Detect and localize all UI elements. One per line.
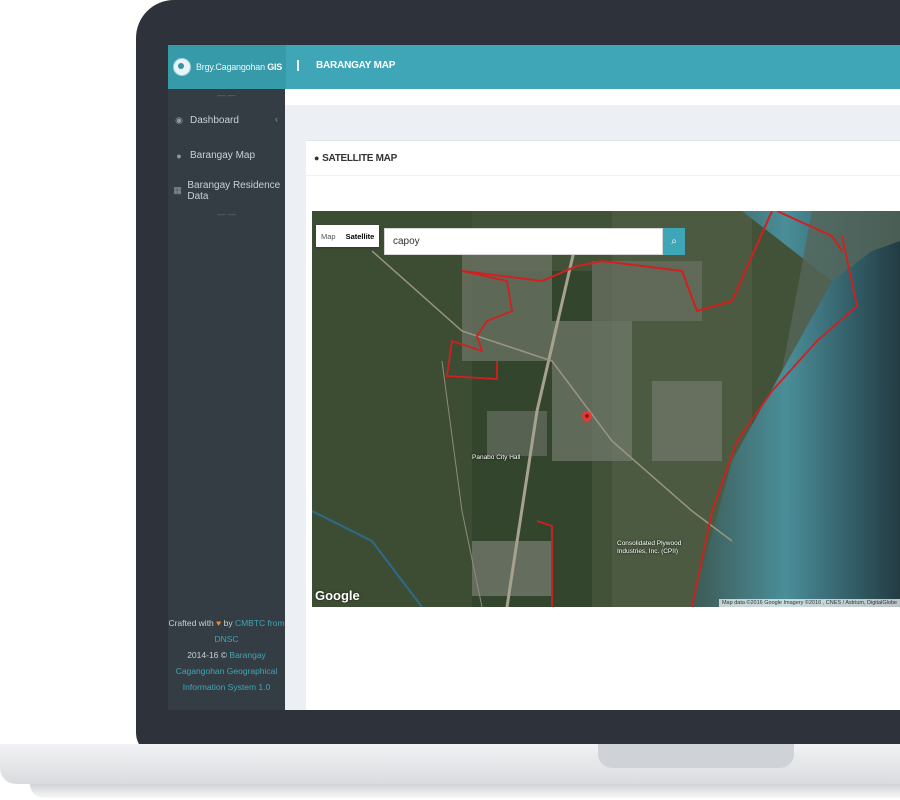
sidebar-footer: Crafted with ♥ by CMBTC from DNSC 2014-1… — [168, 615, 285, 695]
map-attribution: Map data ©2016 Google Imagery ©2016 , CN… — [718, 599, 900, 607]
box-title: SATELLITE MAP — [322, 152, 397, 164]
place-label-city-hall: Panabo City Hall — [472, 454, 521, 461]
google-logo: Google — [315, 588, 360, 603]
heart-icon: ♥ — [216, 618, 222, 628]
footer-text: Crafted with — [168, 618, 214, 628]
sidebar-toggle-button[interactable] — [297, 60, 299, 71]
brand[interactable]: Brgy.Cagangohan GIS — [168, 45, 286, 89]
footer-years: 2014-16 © — [187, 650, 228, 660]
map-search-input[interactable]: capoy — [384, 228, 663, 255]
sidebar-item-residence-data[interactable]: ▦ Barangay Residence Data — [168, 173, 285, 208]
chevron-left-icon: ‹ — [275, 114, 278, 124]
page-title: BARANGAY MAP — [316, 60, 396, 71]
box-header: ● SATELLITE MAP — [306, 141, 900, 176]
map-type-satellite-button[interactable]: Satellite — [341, 232, 380, 241]
logo-icon — [173, 58, 191, 76]
satellite-map[interactable]: Map Satellite capoy ⌕ Panabo City Hall C… — [312, 211, 900, 607]
sidebar-item-label: Dashboard — [190, 115, 239, 126]
sidebar: — — ◉ Dashboard ‹ ● Barangay Map ▦ Baran… — [168, 89, 285, 710]
satellite-imagery — [312, 211, 900, 607]
map-marker-icon: ● — [176, 150, 182, 161]
laptop-notch — [598, 744, 794, 768]
place-label-plywood-1: Consolidated Plywood — [617, 540, 682, 547]
search-icon[interactable]: ⌕ — [663, 228, 685, 255]
place-label-plywood-2: Industries, Inc. (CPII) — [617, 548, 679, 555]
laptop-base-shadow — [30, 784, 900, 798]
dashboard-icon: ◉ — [175, 115, 183, 125]
sidebar-item-barangay-map[interactable]: ● Barangay Map — [168, 138, 285, 173]
app-screen: Brgy.Cagangohan GIS BARANGAY MAP — — ◉ D… — [168, 45, 900, 710]
content-top-strip — [285, 89, 900, 105]
top-navbar: Brgy.Cagangohan GIS BARANGAY MAP — [168, 45, 900, 89]
sidebar-divider: — — — [217, 210, 236, 219]
sidebar-divider: — — — [217, 91, 236, 100]
sidebar-item-dashboard[interactable]: ◉ Dashboard ‹ — [168, 103, 285, 138]
map-type-control: Map Satellite — [316, 225, 380, 247]
table-icon: ▦ — [173, 185, 182, 195]
brand-text: Brgy.Cagangohan GIS — [196, 62, 283, 72]
globe-icon: ● — [314, 153, 320, 163]
sidebar-item-label: Barangay Residence Data — [187, 179, 281, 202]
map-type-map-button[interactable]: Map — [316, 232, 341, 241]
footer-text: by — [223, 618, 233, 628]
sidebar-item-label: Barangay Map — [190, 150, 256, 161]
